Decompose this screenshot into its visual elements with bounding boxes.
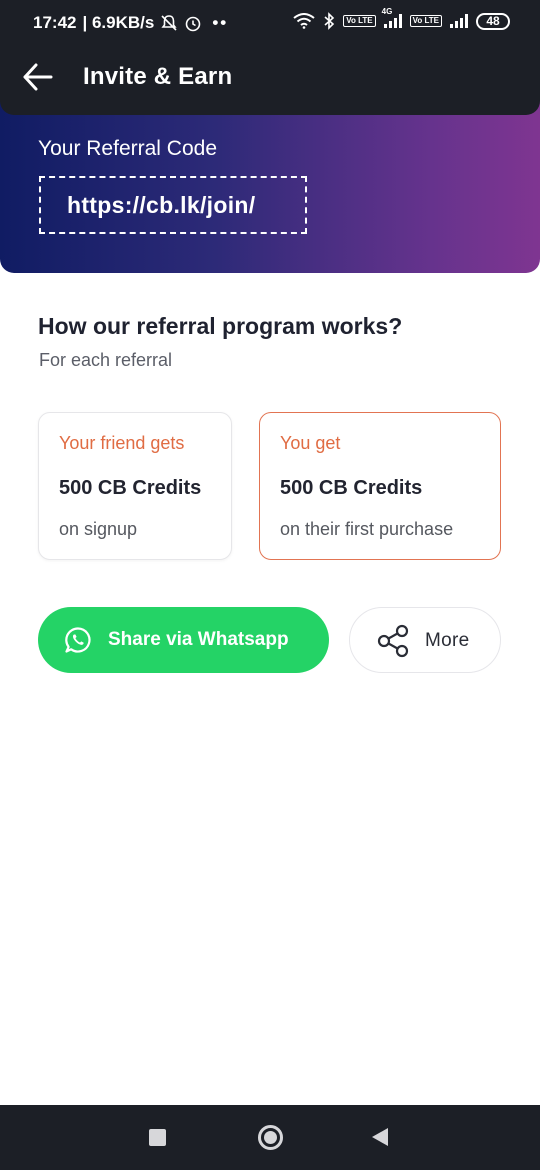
status-net-speed: | 6.9KB/s (82, 13, 155, 32)
signal-bars-icon-2 (450, 14, 468, 28)
home-icon[interactable] (258, 1125, 283, 1150)
share-more-button[interactable]: More (349, 607, 501, 673)
friend-card-heading: Your friend gets (59, 433, 185, 453)
share-whatsapp-button[interactable]: Share via Whatsapp (38, 607, 329, 673)
wifi-icon (293, 13, 315, 29)
bluetooth-icon (324, 12, 335, 30)
signal-4g-group: 4G (382, 7, 402, 28)
you-card-heading: You get (280, 433, 341, 453)
whatsapp-icon (65, 627, 91, 653)
you-card-amount: 500 CB Credits (280, 477, 423, 499)
friend-card-note: on signup (59, 519, 138, 539)
referral-code-value: https://cb.lk/join/ (67, 192, 256, 218)
your-reward-card: You get 500 CB Credits on their first pu… (259, 412, 501, 560)
status-left: 17:42 | 6.9KB/s •• (33, 13, 228, 33)
you-card-note: on their first purchase (280, 519, 454, 539)
alarm-icon (186, 16, 201, 32)
system-nav-bar (0, 1105, 540, 1170)
mute-icon (161, 15, 177, 31)
page-title: Invite & Earn (83, 63, 233, 90)
referral-code-banner: Your Referral Code https://cb.lk/join/ (0, 95, 540, 273)
signal-bars-icon-1 (383, 14, 402, 28)
share-more-label: More (425, 630, 470, 651)
program-title: How our referral program works? (38, 313, 403, 339)
referral-code-label: Your Referral Code (38, 137, 217, 160)
status-bar: 17:42 | 6.9KB/s •• Vo LTE 4G Vo LTE 48 (0, 0, 540, 46)
status-right: Vo LTE 4G Vo LTE 48 (293, 7, 510, 30)
share-whatsapp-label: Share via Whatsapp (108, 629, 289, 650)
friend-card-amount: 500 CB Credits (59, 477, 202, 499)
network-type-label: 4G (381, 7, 393, 16)
status-time: 17:42 (33, 13, 77, 32)
status-more-dots: •• (212, 13, 229, 32)
top-header: 17:42 | 6.9KB/s •• Vo LTE 4G Vo LTE 48 I… (0, 0, 540, 115)
arrow-left-icon[interactable] (22, 62, 54, 92)
referral-code-box[interactable]: https://cb.lk/join/ (39, 176, 307, 234)
volte-badge-2: Vo LTE (409, 15, 442, 27)
volte-badge-1: Vo LTE (343, 15, 376, 27)
battery-icon: 48 (476, 12, 510, 30)
program-subtitle: For each referral (39, 350, 173, 370)
recent-apps-icon[interactable] (149, 1129, 166, 1146)
friend-reward-card: Your friend gets 500 CB Credits on signu… (38, 412, 232, 560)
share-icon (377, 624, 409, 658)
back-triangle-icon[interactable] (372, 1128, 388, 1146)
app-bar: Invite & Earn (0, 46, 540, 108)
